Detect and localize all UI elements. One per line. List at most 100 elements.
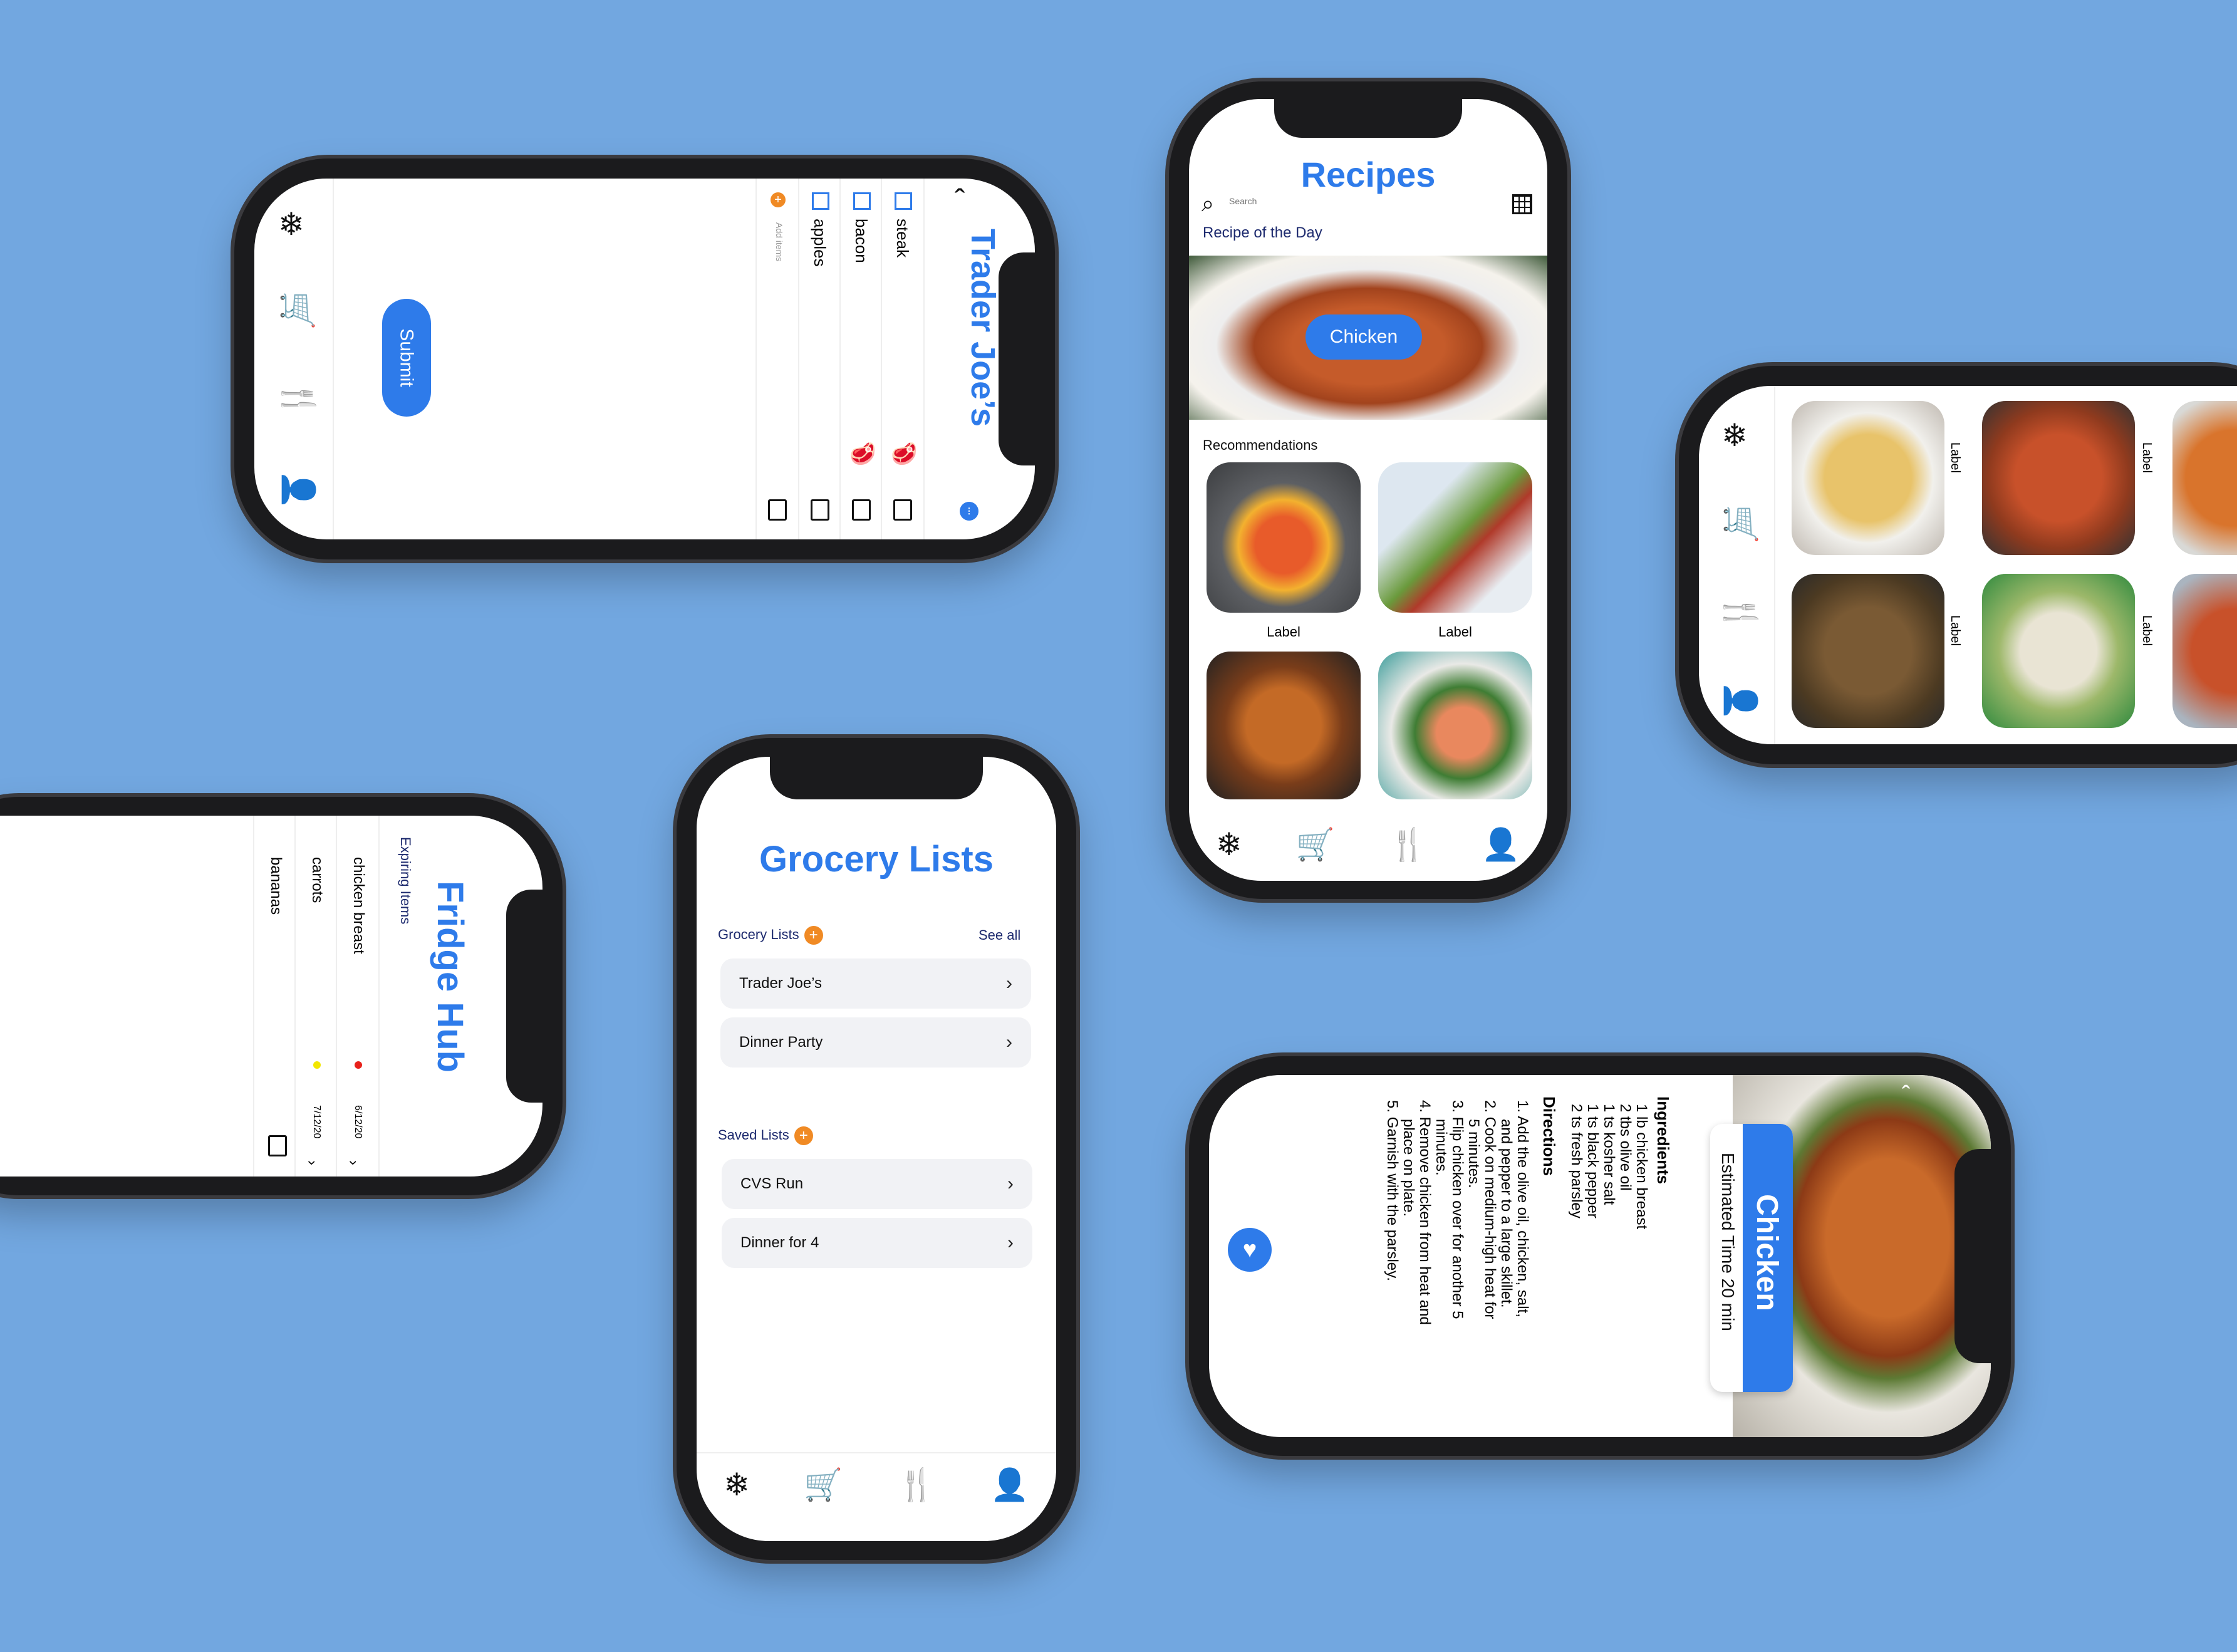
grocery-lists-heading: Grocery Lists + — [718, 926, 823, 945]
recipe-card-image[interactable] — [1378, 462, 1532, 613]
add-list-button[interactable]: + — [804, 926, 823, 945]
meat-icon: 🥩 — [849, 442, 876, 466]
recipe-card-image[interactable] — [1207, 462, 1361, 613]
ingredients-heading: Ingredients — [1654, 1096, 1673, 1185]
snowflake-icon[interactable]: ❄ — [1216, 829, 1242, 860]
item-label: carrots — [309, 857, 326, 903]
fork-knife-icon[interactable]: 🍴 — [281, 380, 316, 419]
chevron-down-icon[interactable]: › — [303, 1160, 321, 1165]
recipe-of-day-heading: Recipe of the Day — [1203, 224, 1322, 241]
fork-knife-icon[interactable]: 🍴 — [1389, 829, 1428, 860]
person-icon[interactable]: 👤 — [1482, 829, 1520, 860]
list-label: Dinner for 4 — [740, 1234, 819, 1251]
add-saved-list-button[interactable]: + — [794, 1126, 813, 1145]
favorite-heart-button[interactable]: ♥ — [1228, 1228, 1272, 1272]
direction-line: and pepper to a large skillet. — [1498, 1119, 1515, 1308]
note-icon[interactable] — [768, 499, 787, 521]
fork-knife-icon[interactable]: 🍴 — [1723, 594, 1758, 633]
back-chevron-icon[interactable]: ˆ — [955, 182, 965, 219]
expiry-date: 6/12/20 — [353, 1105, 363, 1139]
notch — [506, 890, 542, 1103]
gallery-image[interactable] — [2172, 574, 2237, 728]
chevron-right-icon: › — [1007, 1232, 1014, 1253]
snowflake-icon[interactable]: ❄ — [1721, 420, 1748, 451]
recommendations-heading: Recommendations — [1203, 437, 1318, 453]
chevron-up-icon[interactable]: ˆ — [1902, 1081, 1910, 1109]
snowflake-icon[interactable]: ❄ — [724, 1469, 750, 1500]
checkbox[interactable] — [853, 192, 871, 210]
note-icon[interactable] — [811, 499, 829, 521]
note-icon[interactable] — [268, 1135, 287, 1156]
direction-line: 5 minutes. — [1465, 1119, 1482, 1188]
submit-label: Submit — [397, 328, 417, 387]
gallery-label: Label — [1948, 615, 1962, 646]
gallery-label: Label — [2140, 615, 2154, 646]
phone-grocery-lists: Grocery Lists Grocery Lists + See all Tra… — [677, 738, 1076, 1560]
grocery-list-row[interactable]: Trader Joe’s › — [720, 958, 1031, 1009]
note-icon[interactable] — [852, 499, 871, 521]
featured-recipe-button[interactable]: Chicken — [1305, 314, 1422, 360]
fork-knife-icon[interactable]: 🍴 — [897, 1469, 936, 1500]
expiry-date: 7/12/20 — [311, 1105, 322, 1139]
side-nav: ❄ 🛒 🍴 👤 — [254, 179, 334, 539]
add-item-row[interactable]: + Add items — [755, 179, 798, 539]
gallery-image[interactable] — [2172, 401, 2237, 555]
gallery-image[interactable] — [1792, 574, 1944, 728]
search-icon[interactable]: ⌕ — [1202, 190, 1214, 217]
grid-view-icon[interactable] — [1512, 194, 1532, 214]
list-item[interactable]: apples — [798, 179, 841, 539]
see-all-link[interactable]: See all — [978, 927, 1020, 943]
saved-list-row[interactable]: Dinner for 4 › — [722, 1218, 1032, 1268]
list-label: CVS Run — [740, 1175, 804, 1192]
direction-line: 2. Cook on medium-high heat for — [1482, 1100, 1498, 1319]
ingredient-item: 2 ts fresh parsley — [1568, 1104, 1585, 1218]
note-icon[interactable] — [893, 499, 912, 521]
list-item[interactable]: bacon 🥩 — [839, 179, 882, 539]
checkbox[interactable] — [895, 192, 912, 210]
recipe-card-image[interactable] — [1207, 652, 1361, 799]
cart-icon[interactable]: 🛒 — [804, 1469, 843, 1500]
list-item[interactable]: chicken breast 6/12/20 › — [336, 816, 380, 1177]
page-title: Recipes — [1300, 155, 1436, 194]
fridge-hub-screen: Fridge Hub Expiring Items chicken breast… — [0, 816, 542, 1177]
page-title: Trader Joe’s — [964, 229, 1002, 427]
person-icon[interactable]: 👤 — [281, 470, 316, 509]
info-icon[interactable]: ⁝ — [960, 502, 978, 521]
chevron-down-icon[interactable]: › — [345, 1160, 362, 1165]
phone-fridge-hub: Fridge Hub Expiring Items chicken breast… — [0, 797, 563, 1195]
list-label: Trader Joe’s — [739, 975, 823, 992]
grocery-list-row[interactable]: Dinner Party › — [720, 1017, 1031, 1068]
gallery-image[interactable] — [1982, 574, 2135, 728]
direction-line: minutes. — [1433, 1119, 1450, 1176]
status-dot — [313, 1061, 321, 1069]
saved-list-row[interactable]: CVS Run › — [722, 1159, 1032, 1209]
ingredient-item: 1 ts kosher salt — [1601, 1104, 1617, 1205]
side-nav: ❄ 🛒 🍴 👤 — [1699, 386, 1775, 744]
page-title: Fridge Hub — [430, 881, 470, 1073]
ingredient-item: 2 tbs olive oil — [1617, 1104, 1634, 1191]
person-icon[interactable]: 👤 — [990, 1469, 1029, 1500]
status-dot — [355, 1061, 362, 1069]
gallery-image[interactable] — [1982, 401, 2135, 555]
checkbox[interactable] — [812, 192, 829, 210]
list-label: Dinner Party — [739, 1034, 823, 1051]
submit-button[interactable]: Submit — [382, 299, 431, 417]
recipe-card-image[interactable] — [1378, 652, 1532, 799]
gallery-image[interactable] — [1792, 401, 1944, 555]
add-icon[interactable]: + — [771, 192, 786, 207]
cart-icon[interactable]: 🛒 — [1296, 829, 1335, 860]
list-item[interactable]: steak 🥩 — [881, 179, 925, 539]
ingredient-item: 1 ts black pepper — [1584, 1104, 1601, 1218]
snowflake-icon[interactable]: ❄ — [278, 209, 304, 240]
person-icon[interactable]: 👤 — [1723, 682, 1758, 720]
recipe-detail-screen: Chicken Estimated Time 20 min ˆ Ingredie… — [1209, 1075, 1991, 1437]
direction-line: 5. Garnish with the parsley. — [1384, 1100, 1401, 1282]
cart-icon[interactable]: 🛒 — [280, 291, 315, 330]
trader-joes-screen: ❄ 🛒 🍴 👤 Submit Trader Joe’s ˆ ⁝ steak 🥩 … — [254, 179, 1035, 539]
notch — [1274, 99, 1462, 138]
list-item[interactable]: carrots 7/12/20 › — [294, 816, 337, 1177]
list-item[interactable]: bananas — [253, 816, 296, 1177]
cart-icon[interactable]: 🛒 — [1723, 505, 1758, 544]
search-input[interactable] — [1228, 195, 1356, 207]
recipe-title: Chicken — [1750, 1194, 1783, 1311]
